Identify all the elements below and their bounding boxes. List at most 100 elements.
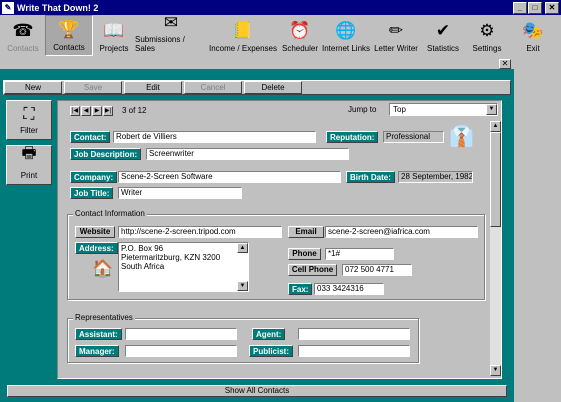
show-all-contacts-button[interactable]: Show All Contacts: [7, 385, 507, 397]
cell-phone-field[interactable]: 072 500 4771: [342, 264, 412, 276]
contact-information-title: Contact Information: [73, 209, 147, 218]
contacts-icon: ☎: [12, 21, 34, 40]
prev-record-button[interactable]: ◀: [81, 105, 91, 116]
cell-phone-button[interactable]: Cell Phone: [288, 264, 337, 276]
toolbar-label: Exit: [526, 44, 540, 53]
scroll-thumb[interactable]: [490, 132, 501, 227]
representatives-title: Representatives: [73, 313, 135, 322]
toolbar-label: Scheduler: [281, 44, 319, 53]
fax-field[interactable]: 033 3424316: [314, 283, 384, 295]
toolbar-label: Letter Writer: [374, 44, 418, 53]
cancel-button[interactable]: Cancel: [184, 81, 242, 94]
filter-button[interactable]: ⛶ Filter: [6, 100, 52, 140]
card-scrollbar[interactable]: ▲ ▼: [490, 121, 501, 376]
window-title: Write That Down! 2: [17, 2, 99, 13]
command-bar: New Save Edit Cancel Delete: [3, 80, 511, 95]
subwindow-close-button[interactable]: ✕: [499, 59, 511, 69]
toolbar-globe-button[interactable]: 🌐 Internet Links: [321, 15, 371, 56]
jump-to-label: Jump to: [348, 105, 377, 114]
address-field[interactable]: P.O. Box 96 Pietermaritzburg, KZN 3200 S…: [118, 242, 249, 292]
email-button[interactable]: Email: [288, 226, 324, 238]
print-button[interactable]: 🖶 Print: [6, 145, 52, 185]
next-record-button[interactable]: ▶: [92, 105, 102, 116]
toolbar-alarm-clock-button[interactable]: ⏰ Scheduler: [279, 15, 321, 56]
agent-label: Agent:: [252, 328, 286, 340]
assistant-field[interactable]: [125, 328, 237, 340]
book-icon: 📖: [103, 21, 125, 40]
phone-button[interactable]: Phone: [288, 248, 321, 260]
reputation-label: Reputation:: [326, 131, 379, 143]
job-description-field[interactable]: Screenwriter: [146, 148, 349, 160]
birth-date-label: Birth Date:: [346, 171, 395, 183]
envelope-icon: ✉: [163, 13, 179, 32]
website-button[interactable]: Website: [75, 226, 115, 238]
fax-label: Fax:: [288, 283, 313, 295]
edit-button[interactable]: Edit: [124, 81, 182, 94]
contact-field[interactable]: Robert de Villiers: [113, 131, 316, 143]
toolbar-label: Statistics: [426, 44, 459, 53]
record-count: 3 of 12: [122, 106, 147, 115]
printer-icon: 🖶: [21, 145, 37, 162]
pencil-icon: ✏: [388, 21, 404, 40]
toolbar-book-button[interactable]: 📖 Projects: [93, 15, 135, 56]
toolbar-label: Settings: [472, 44, 502, 53]
manager-field[interactable]: [125, 345, 237, 357]
agent-field[interactable]: [298, 328, 410, 340]
toolbar-label: Contacts: [7, 44, 39, 53]
ledger-icon: 📒: [232, 21, 254, 40]
first-record-button[interactable]: |◀: [70, 105, 80, 116]
last-record-button[interactable]: ▶|: [103, 105, 113, 116]
toolbar-label: Submissions / Sales: [135, 35, 185, 53]
app-icon: ✎: [2, 1, 14, 14]
main-toolbar: ☎ Contacts 🏆 Contacts 📖 Projects ✉ Submissions …: [0, 13, 561, 57]
website-field[interactable]: http://scene-2-screen.tripod.com: [118, 226, 282, 238]
company-label: Company:: [70, 171, 118, 183]
toolbar-label: Contacts: [53, 43, 85, 52]
toolbar-contacts-button[interactable]: ☎ Contacts: [1, 15, 45, 56]
minimize-button[interactable]: _: [513, 1, 527, 14]
right-pane: [514, 57, 561, 402]
toolbar-pencil-button[interactable]: ✏ Letter Writer: [371, 15, 421, 56]
trophy-icon: 🏆: [58, 20, 80, 39]
person-icon: 👔: [449, 126, 474, 148]
toolbar-ledger-button[interactable]: 📒 Income / Expenses: [207, 15, 279, 56]
subwindow-bar: [0, 57, 514, 68]
chevron-down-icon[interactable]: ▼: [486, 104, 497, 115]
toolbar-label: Internet Links: [321, 44, 371, 53]
toolbar-envelope-button[interactable]: ✉ Submissions / Sales: [135, 13, 207, 56]
publicist-field[interactable]: [298, 345, 410, 357]
company-field[interactable]: Scene-2-Screen Software: [118, 171, 341, 183]
address-scroll-down[interactable]: ▼: [237, 281, 248, 291]
reputation-field[interactable]: Professional: [383, 131, 444, 143]
email-field[interactable]: scene-2-screen@iafrica.com: [325, 226, 478, 238]
scroll-up-button[interactable]: ▲: [490, 121, 501, 132]
globe-icon: 🌐: [335, 21, 357, 40]
settings-icon: ⚙: [479, 21, 495, 40]
toolbar-masks-button[interactable]: 🎭 Exit: [509, 15, 557, 56]
delete-button[interactable]: Delete: [244, 81, 302, 94]
contact-label: Contact:: [70, 131, 111, 143]
address-label: Address:: [75, 242, 118, 254]
house-icon: 🏠: [92, 259, 114, 278]
manager-label: Manager:: [75, 345, 119, 357]
birth-date-field[interactable]: 28 September, 1982: [398, 171, 473, 183]
job-title-field[interactable]: Writer: [118, 187, 242, 199]
close-button[interactable]: ✕: [545, 1, 559, 14]
phone-field[interactable]: *1#: [325, 248, 394, 260]
statistics-icon: ✔: [435, 21, 451, 40]
masks-icon: 🎭: [522, 21, 544, 40]
toolbar-settings-button[interactable]: ⚙ Settings: [465, 15, 509, 56]
assistant-label: Assistant:: [75, 328, 122, 340]
toolbar-trophy-button[interactable]: 🏆 Contacts: [45, 15, 93, 56]
record-navigator: |◀ ◀ ▶ ▶| 3 of 12: [70, 105, 146, 116]
toolbar-statistics-button[interactable]: ✔ Statistics: [421, 15, 465, 56]
jump-to-select[interactable]: Top ▼: [389, 103, 498, 116]
toolbar-label: Projects: [99, 44, 129, 53]
filter-icon: ⛶: [23, 106, 35, 123]
alarm-clock-icon: ⏰: [289, 21, 311, 40]
save-button[interactable]: Save: [64, 81, 122, 94]
maximize-button[interactable]: □: [528, 1, 542, 14]
scroll-down-button[interactable]: ▼: [490, 365, 501, 376]
address-scroll-up[interactable]: ▲: [237, 243, 248, 253]
new-button[interactable]: New: [4, 81, 62, 94]
